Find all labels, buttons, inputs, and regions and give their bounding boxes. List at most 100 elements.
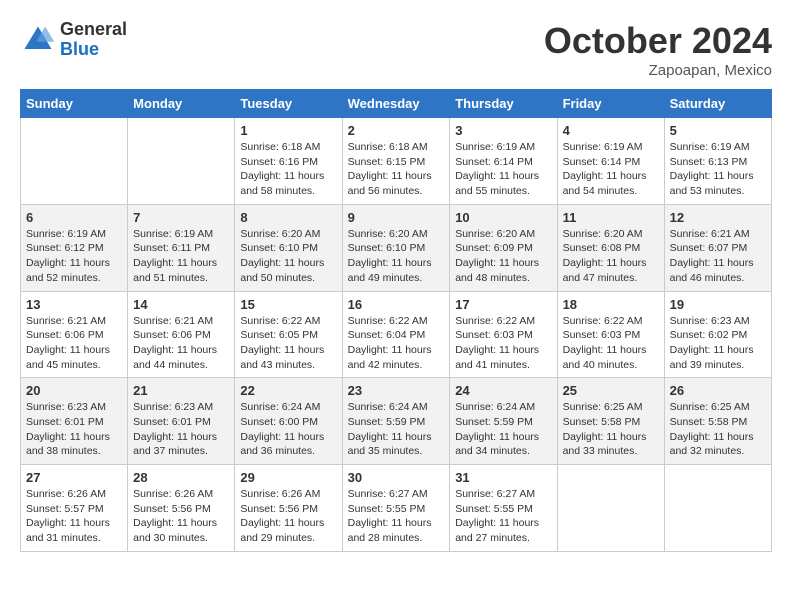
month-title: October 2024 <box>544 20 772 62</box>
sunrise-label: Sunrise: 6:21 AM <box>133 315 213 327</box>
daylight-label: Daylight: 11 hours and 42 minutes. <box>348 344 432 371</box>
calendar-cell: 24 Sunrise: 6:24 AM Sunset: 5:59 PM Dayl… <box>450 378 557 465</box>
calendar-cell: 5 Sunrise: 6:19 AM Sunset: 6:13 PM Dayli… <box>664 118 771 205</box>
day-number: 22 <box>240 383 336 398</box>
sunrise-label: Sunrise: 6:22 AM <box>563 315 643 327</box>
sunset-label: Sunset: 6:03 PM <box>455 329 533 341</box>
sunset-label: Sunset: 6:10 PM <box>240 242 318 254</box>
daylight-label: Daylight: 11 hours and 49 minutes. <box>348 257 432 284</box>
day-info: Sunrise: 6:23 AM Sunset: 6:01 PM Dayligh… <box>133 400 229 459</box>
daylight-label: Daylight: 11 hours and 54 minutes. <box>563 170 647 197</box>
day-info: Sunrise: 6:25 AM Sunset: 5:58 PM Dayligh… <box>670 400 766 459</box>
day-info: Sunrise: 6:20 AM Sunset: 6:10 PM Dayligh… <box>240 227 336 286</box>
sunrise-label: Sunrise: 6:19 AM <box>563 141 643 153</box>
sunrise-label: Sunrise: 6:20 AM <box>348 228 428 240</box>
calendar-cell: 29 Sunrise: 6:26 AM Sunset: 5:56 PM Dayl… <box>235 465 342 552</box>
daylight-label: Daylight: 11 hours and 30 minutes. <box>133 517 217 544</box>
sunset-label: Sunset: 6:11 PM <box>133 242 210 254</box>
daylight-label: Daylight: 11 hours and 51 minutes. <box>133 257 217 284</box>
day-number: 5 <box>670 123 766 138</box>
calendar-cell <box>664 465 771 552</box>
weekday-header-monday: Monday <box>128 90 235 118</box>
sunrise-label: Sunrise: 6:21 AM <box>26 315 106 327</box>
sunset-label: Sunset: 5:55 PM <box>455 503 533 515</box>
sunrise-label: Sunrise: 6:25 AM <box>563 401 643 413</box>
daylight-label: Daylight: 11 hours and 36 minutes. <box>240 431 324 458</box>
day-info: Sunrise: 6:19 AM Sunset: 6:14 PM Dayligh… <box>455 140 551 199</box>
daylight-label: Daylight: 11 hours and 38 minutes. <box>26 431 110 458</box>
logo-text-blue: Blue <box>60 39 99 59</box>
day-number: 2 <box>348 123 445 138</box>
calendar-cell: 25 Sunrise: 6:25 AM Sunset: 5:58 PM Dayl… <box>557 378 664 465</box>
day-info: Sunrise: 6:20 AM Sunset: 6:09 PM Dayligh… <box>455 227 551 286</box>
day-number: 25 <box>563 383 659 398</box>
sunset-label: Sunset: 6:13 PM <box>670 156 748 168</box>
sunset-label: Sunset: 6:14 PM <box>455 156 533 168</box>
sunrise-label: Sunrise: 6:26 AM <box>26 488 106 500</box>
day-number: 7 <box>133 210 229 225</box>
day-info: Sunrise: 6:22 AM Sunset: 6:04 PM Dayligh… <box>348 314 445 373</box>
sunset-label: Sunset: 5:58 PM <box>670 416 748 428</box>
calendar-cell: 14 Sunrise: 6:21 AM Sunset: 6:06 PM Dayl… <box>128 291 235 378</box>
sunrise-label: Sunrise: 6:20 AM <box>240 228 320 240</box>
day-number: 13 <box>26 297 122 312</box>
daylight-label: Daylight: 11 hours and 47 minutes. <box>563 257 647 284</box>
sunset-label: Sunset: 6:06 PM <box>26 329 104 341</box>
sunrise-label: Sunrise: 6:19 AM <box>26 228 106 240</box>
page-header: General Blue October 2024 Zapoapan, Mexi… <box>20 20 772 79</box>
calendar-cell: 8 Sunrise: 6:20 AM Sunset: 6:10 PM Dayli… <box>235 204 342 291</box>
calendar-cell: 19 Sunrise: 6:23 AM Sunset: 6:02 PM Dayl… <box>664 291 771 378</box>
day-info: Sunrise: 6:22 AM Sunset: 6:03 PM Dayligh… <box>455 314 551 373</box>
day-info: Sunrise: 6:21 AM Sunset: 6:07 PM Dayligh… <box>670 227 766 286</box>
daylight-label: Daylight: 11 hours and 34 minutes. <box>455 431 539 458</box>
sunset-label: Sunset: 5:57 PM <box>26 503 104 515</box>
calendar-cell: 20 Sunrise: 6:23 AM Sunset: 6:01 PM Dayl… <box>21 378 128 465</box>
sunrise-label: Sunrise: 6:19 AM <box>133 228 213 240</box>
day-info: Sunrise: 6:18 AM Sunset: 6:16 PM Dayligh… <box>240 140 336 199</box>
sunset-label: Sunset: 5:59 PM <box>455 416 533 428</box>
sunrise-label: Sunrise: 6:23 AM <box>26 401 106 413</box>
calendar-cell: 30 Sunrise: 6:27 AM Sunset: 5:55 PM Dayl… <box>342 465 450 552</box>
day-info: Sunrise: 6:23 AM Sunset: 6:02 PM Dayligh… <box>670 314 766 373</box>
day-info: Sunrise: 6:23 AM Sunset: 6:01 PM Dayligh… <box>26 400 122 459</box>
sunset-label: Sunset: 6:14 PM <box>563 156 641 168</box>
sunrise-label: Sunrise: 6:26 AM <box>240 488 320 500</box>
day-info: Sunrise: 6:24 AM Sunset: 6:00 PM Dayligh… <box>240 400 336 459</box>
daylight-label: Daylight: 11 hours and 45 minutes. <box>26 344 110 371</box>
day-info: Sunrise: 6:18 AM Sunset: 6:15 PM Dayligh… <box>348 140 445 199</box>
day-number: 30 <box>348 470 445 485</box>
sunset-label: Sunset: 6:15 PM <box>348 156 426 168</box>
day-number: 28 <box>133 470 229 485</box>
sunset-label: Sunset: 5:59 PM <box>348 416 426 428</box>
sunset-label: Sunset: 6:12 PM <box>26 242 104 254</box>
day-number: 14 <box>133 297 229 312</box>
sunset-label: Sunset: 6:10 PM <box>348 242 426 254</box>
sunrise-label: Sunrise: 6:25 AM <box>670 401 750 413</box>
sunrise-label: Sunrise: 6:27 AM <box>455 488 535 500</box>
sunset-label: Sunset: 6:04 PM <box>348 329 426 341</box>
day-number: 29 <box>240 470 336 485</box>
calendar-cell: 11 Sunrise: 6:20 AM Sunset: 6:08 PM Dayl… <box>557 204 664 291</box>
day-info: Sunrise: 6:26 AM Sunset: 5:56 PM Dayligh… <box>240 487 336 546</box>
calendar-cell: 17 Sunrise: 6:22 AM Sunset: 6:03 PM Dayl… <box>450 291 557 378</box>
weekday-header-friday: Friday <box>557 90 664 118</box>
sunset-label: Sunset: 6:03 PM <box>563 329 641 341</box>
sunrise-label: Sunrise: 6:22 AM <box>455 315 535 327</box>
daylight-label: Daylight: 11 hours and 43 minutes. <box>240 344 324 371</box>
sunrise-label: Sunrise: 6:24 AM <box>348 401 428 413</box>
day-number: 3 <box>455 123 551 138</box>
day-number: 31 <box>455 470 551 485</box>
sunset-label: Sunset: 6:00 PM <box>240 416 318 428</box>
day-number: 19 <box>670 297 766 312</box>
daylight-label: Daylight: 11 hours and 50 minutes. <box>240 257 324 284</box>
day-info: Sunrise: 6:19 AM Sunset: 6:13 PM Dayligh… <box>670 140 766 199</box>
calendar-cell: 13 Sunrise: 6:21 AM Sunset: 6:06 PM Dayl… <box>21 291 128 378</box>
calendar-cell: 26 Sunrise: 6:25 AM Sunset: 5:58 PM Dayl… <box>664 378 771 465</box>
calendar-week-3: 13 Sunrise: 6:21 AM Sunset: 6:06 PM Dayl… <box>21 291 772 378</box>
daylight-label: Daylight: 11 hours and 28 minutes. <box>348 517 432 544</box>
sunrise-label: Sunrise: 6:18 AM <box>348 141 428 153</box>
daylight-label: Daylight: 11 hours and 37 minutes. <box>133 431 217 458</box>
calendar-cell: 31 Sunrise: 6:27 AM Sunset: 5:55 PM Dayl… <box>450 465 557 552</box>
day-info: Sunrise: 6:21 AM Sunset: 6:06 PM Dayligh… <box>133 314 229 373</box>
day-number: 8 <box>240 210 336 225</box>
